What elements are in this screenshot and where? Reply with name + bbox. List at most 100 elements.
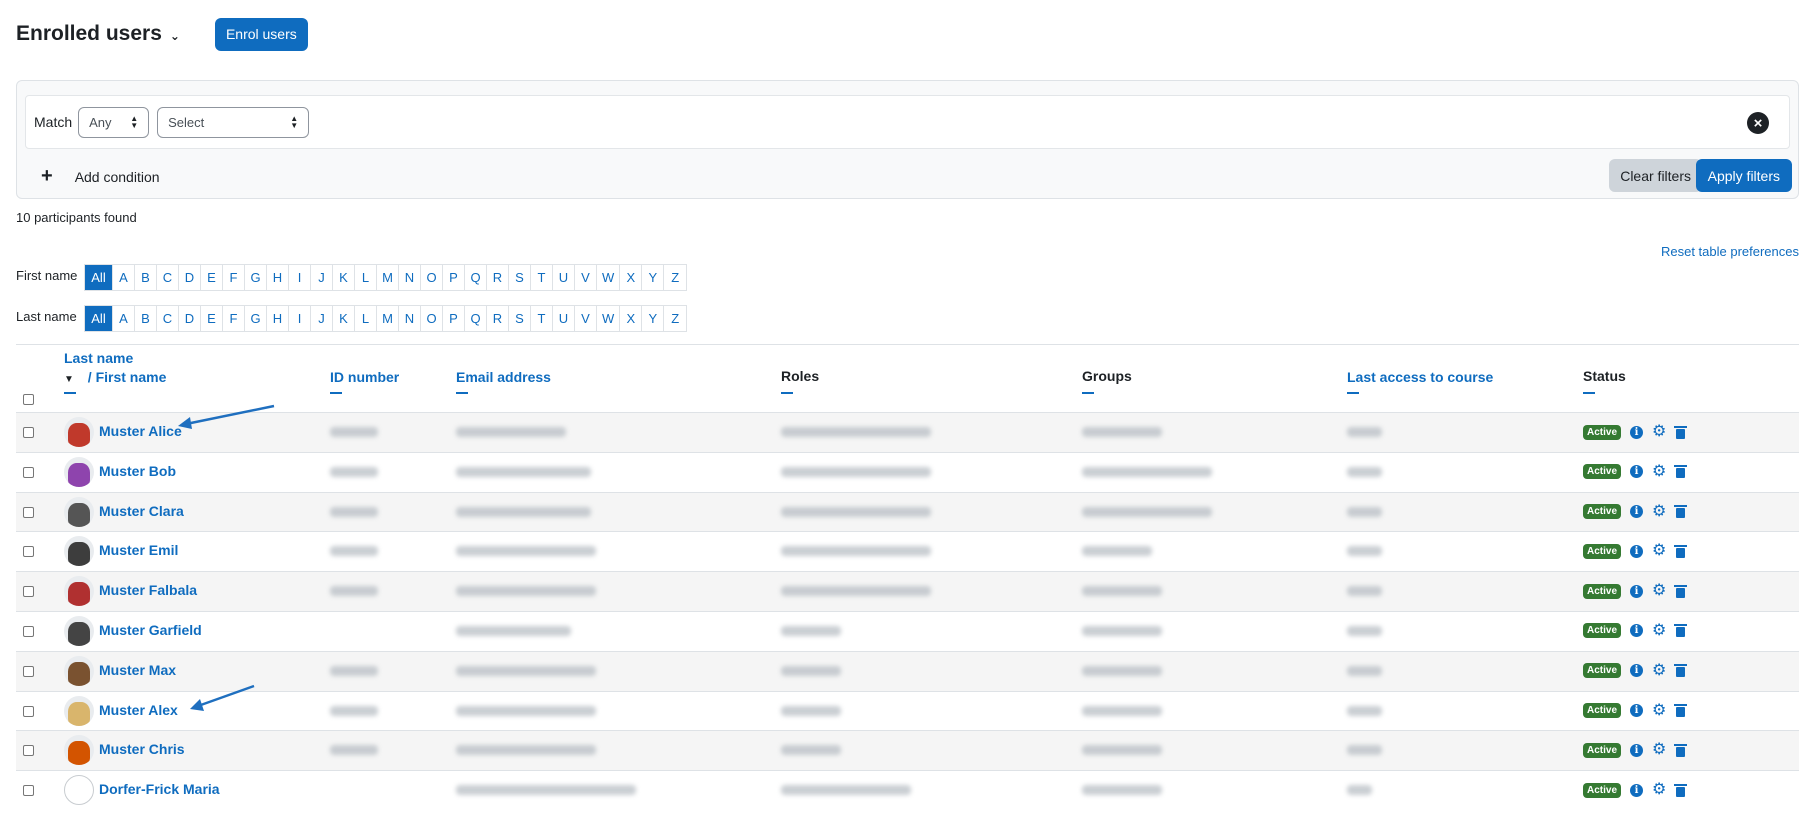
first-name-initial-h[interactable]: H (267, 265, 289, 290)
first-name-initial-m[interactable]: M (377, 265, 399, 290)
first-name-initial-v[interactable]: V (575, 265, 597, 290)
add-condition-button[interactable]: + Add condition (41, 165, 160, 188)
last-name-initial-e[interactable]: E (201, 306, 223, 331)
first-name-initial-all[interactable]: All (85, 265, 113, 290)
last-name-initial-r[interactable]: R (487, 306, 509, 331)
last-name-initial-a[interactable]: A (113, 306, 135, 331)
info-icon[interactable]: i (1630, 465, 1644, 479)
first-name-initial-a[interactable]: A (113, 265, 135, 290)
enrol-users-button[interactable]: Enrol users (214, 17, 308, 51)
first-name-initial-o[interactable]: O (421, 265, 443, 290)
last-name-initial-j[interactable]: J (311, 306, 333, 331)
last-name-initial-u[interactable]: U (553, 306, 575, 331)
trash-icon[interactable] (1674, 465, 1688, 479)
gear-icon[interactable]: ⚙ (1652, 622, 1666, 639)
first-name-initial-y[interactable]: Y (642, 265, 665, 290)
info-icon[interactable]: i (1630, 664, 1644, 678)
last-name-initial-y[interactable]: Y (642, 306, 665, 331)
trash-icon[interactable] (1674, 624, 1688, 638)
first-name-initial-b[interactable]: B (135, 265, 157, 290)
first-name-initial-n[interactable]: N (399, 265, 421, 290)
first-name-initial-r[interactable]: R (487, 265, 509, 290)
first-name-initial-d[interactable]: D (179, 265, 201, 290)
gear-icon[interactable]: ⚙ (1652, 463, 1666, 480)
last-name-initial-q[interactable]: Q (465, 306, 487, 331)
select-all-checkbox[interactable] (23, 394, 34, 405)
sort-first-name-link[interactable]: / First name (88, 369, 167, 385)
row-select-checkbox[interactable] (23, 546, 34, 558)
row-select-checkbox[interactable] (23, 785, 34, 797)
last-name-initial-t[interactable]: T (531, 306, 553, 331)
last-name-initial-s[interactable]: S (509, 306, 531, 331)
gear-icon[interactable]: ⚙ (1652, 702, 1666, 719)
trash-icon[interactable] (1674, 664, 1688, 678)
info-icon[interactable]: i (1630, 544, 1644, 558)
info-icon[interactable]: i (1630, 425, 1644, 439)
collapse-column-icon[interactable] (64, 392, 76, 394)
gear-icon[interactable]: ⚙ (1652, 543, 1666, 559)
first-name-initial-q[interactable]: Q (465, 265, 487, 290)
first-name-initial-g[interactable]: G (245, 265, 267, 290)
first-name-initial-u[interactable]: U (553, 265, 575, 290)
participant-name-link[interactable]: Muster Chris (99, 741, 185, 757)
trash-icon[interactable] (1674, 505, 1688, 519)
last-name-initial-x[interactable]: X (620, 306, 643, 331)
reset-table-preferences-link[interactable]: Reset table preferences (1661, 244, 1799, 259)
collapse-column-icon[interactable] (781, 392, 793, 394)
first-name-initial-w[interactable]: W (597, 265, 621, 290)
apply-filters-button[interactable]: Apply filters (1695, 159, 1792, 192)
last-name-initial-n[interactable]: N (399, 306, 421, 331)
last-name-initial-f[interactable]: F (223, 306, 245, 331)
first-name-initial-l[interactable]: L (355, 265, 377, 290)
last-name-initial-h[interactable]: H (267, 306, 289, 331)
participant-name-link[interactable]: Muster Emil (99, 542, 178, 558)
participant-name-link[interactable]: Muster Alice (99, 423, 182, 439)
first-name-initial-x[interactable]: X (620, 265, 643, 290)
participant-name-link[interactable]: Muster Garfield (99, 622, 202, 638)
row-select-checkbox[interactable] (23, 586, 34, 598)
participant-name-link[interactable]: Muster Bob (99, 463, 176, 479)
first-name-initial-p[interactable]: P (443, 265, 465, 290)
last-name-initial-d[interactable]: D (179, 306, 201, 331)
row-select-checkbox[interactable] (23, 625, 34, 637)
first-name-initial-j[interactable]: J (311, 265, 333, 290)
last-name-initial-v[interactable]: V (575, 306, 597, 331)
row-select-checkbox[interactable] (23, 665, 34, 677)
collapse-column-icon[interactable] (1082, 392, 1094, 394)
last-name-initial-b[interactable]: B (135, 306, 157, 331)
gear-icon[interactable]: ⚙ (1652, 583, 1666, 599)
participant-name-link[interactable]: Muster Max (99, 662, 176, 678)
trash-icon[interactable] (1674, 704, 1688, 718)
clear-filters-button[interactable]: Clear filters (1609, 159, 1702, 192)
match-type-select[interactable]: Any ▲ ▼ (78, 106, 150, 138)
last-name-initial-m[interactable]: M (377, 306, 399, 331)
trash-icon[interactable] (1674, 743, 1688, 757)
gear-icon[interactable]: ⚙ (1652, 424, 1666, 440)
page-title-menu[interactable]: Enrolled users ⌄ (16, 22, 180, 46)
first-name-initial-t[interactable]: T (531, 265, 553, 290)
last-name-initial-g[interactable]: G (245, 306, 267, 331)
last-name-initial-o[interactable]: O (421, 306, 443, 331)
collapse-column-icon[interactable] (456, 392, 468, 394)
trash-icon[interactable] (1674, 425, 1688, 439)
last-name-initial-c[interactable]: C (157, 306, 179, 331)
last-name-initial-k[interactable]: K (333, 306, 355, 331)
first-name-initial-f[interactable]: F (223, 265, 245, 290)
info-icon[interactable]: i (1630, 505, 1644, 519)
remove-filter-button[interactable]: × (1747, 112, 1769, 134)
info-icon[interactable]: i (1630, 783, 1644, 797)
info-icon[interactable]: i (1630, 704, 1644, 718)
row-select-checkbox[interactable] (23, 506, 34, 518)
first-name-initial-k[interactable]: K (333, 265, 355, 290)
participant-name-link[interactable]: Muster Alex (99, 702, 178, 718)
info-icon[interactable]: i (1630, 743, 1644, 757)
sort-id-number-link[interactable]: ID number (330, 369, 399, 385)
last-name-initial-w[interactable]: W (597, 306, 621, 331)
trash-icon[interactable] (1674, 544, 1688, 558)
collapse-column-icon[interactable] (330, 392, 342, 394)
gear-icon[interactable]: ⚙ (1652, 503, 1666, 520)
last-name-initial-p[interactable]: P (443, 306, 465, 331)
participant-name-link[interactable]: Muster Clara (99, 503, 184, 519)
collapse-column-icon[interactable] (1583, 392, 1595, 394)
filter-type-select[interactable]: Select ▲ ▼ (157, 106, 310, 138)
